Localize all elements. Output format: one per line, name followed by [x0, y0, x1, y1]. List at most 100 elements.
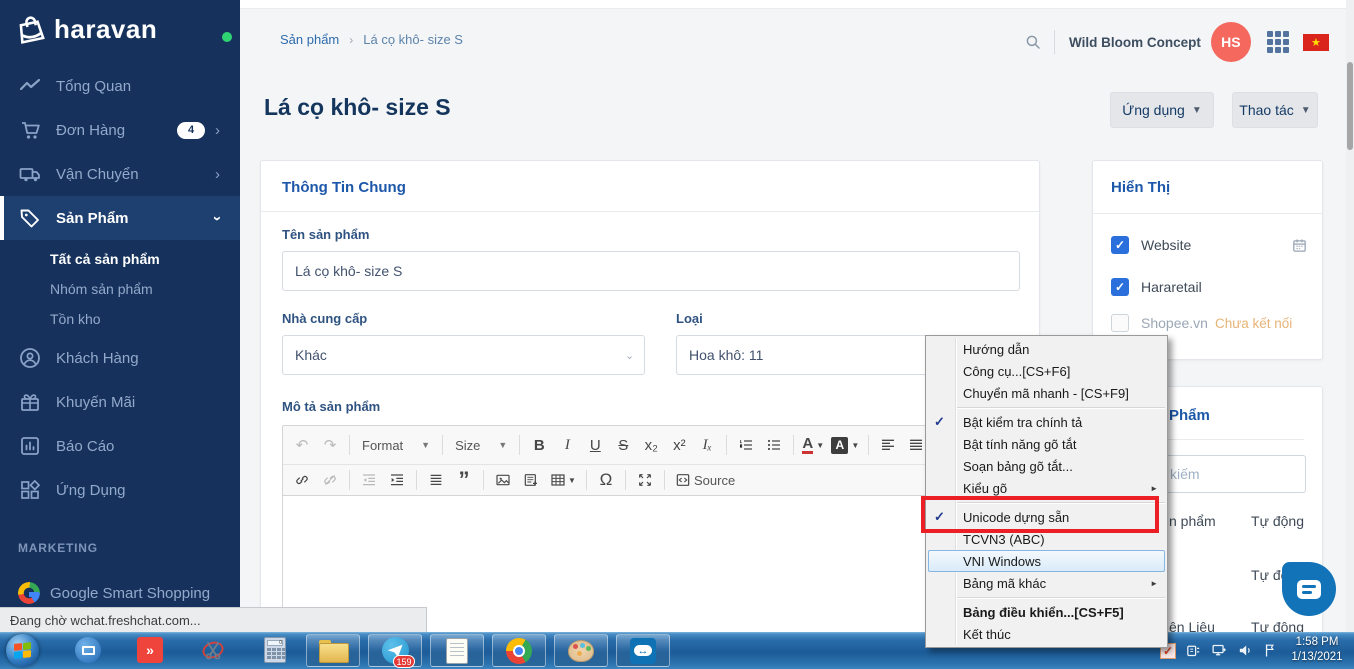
chrome-taskbar-button[interactable]: [492, 634, 546, 667]
context-menu-item[interactable]: Kết thúc: [926, 623, 1167, 645]
context-menu-item[interactable]: Bật tính năng gõ tắt: [926, 433, 1167, 455]
sidebar-item[interactable]: Đơn Hàng 4 ›: [0, 108, 240, 152]
context-menu-item[interactable]: Kiểu gõ: [926, 477, 1167, 499]
bold-icon[interactable]: B: [526, 433, 552, 457]
context-menu-item[interactable]: VNI Windows: [928, 550, 1165, 572]
strikethrough-icon[interactable]: S: [610, 433, 636, 457]
bg-color-icon[interactable]: A ▼: [828, 433, 862, 457]
bullet-list-icon[interactable]: [761, 433, 787, 457]
sidebar-subitem[interactable]: Tồn kho: [0, 304, 240, 334]
channel-checkbox[interactable]: ✓: [1111, 278, 1129, 296]
header-divider: [1054, 30, 1055, 54]
indent-icon[interactable]: [384, 468, 410, 492]
channel-checkbox[interactable]: [1111, 314, 1129, 332]
redo-icon[interactable]: ↷: [317, 433, 343, 457]
sidebar-section-marketing: MARKETING: [18, 541, 98, 555]
context-menu-item[interactable]: Unicode dựng sẵn: [926, 506, 1167, 528]
context-menu-item-label: Chuyển mã nhanh - [CS+F9]: [963, 385, 1129, 401]
sidebar-item[interactable]: Khuyến Mãi: [0, 380, 240, 424]
avatar[interactable]: HS: [1210, 22, 1251, 62]
context-menu-item[interactable]: Bảng điều khiển...[CS+F5]: [926, 601, 1167, 623]
apps-grid-icon[interactable]: [1266, 31, 1289, 53]
actions-dropdown-button[interactable]: Thao tác ▼: [1232, 92, 1318, 128]
vendor-select[interactable]: Khác: [282, 335, 645, 375]
underline-icon[interactable]: U: [582, 433, 608, 457]
safely-remove-hardware-icon[interactable]: [1185, 642, 1202, 659]
telegram-icon: 159: [381, 637, 415, 668]
context-menu-item[interactable]: Công cụ...[CS+F6]: [926, 360, 1167, 382]
sidebar-item[interactable]: Báo Cáo: [0, 424, 240, 468]
action-center-flag-icon[interactable]: [1263, 642, 1280, 659]
insert-table-icon[interactable]: ▼: [546, 468, 580, 492]
vietnam-flag-icon[interactable]: ★: [1302, 33, 1329, 51]
teamviewer-taskbar-button[interactable]: ↔: [616, 634, 670, 667]
chevron-right-icon: ›: [215, 121, 220, 139]
volume-tray-icon[interactable]: [1237, 642, 1254, 659]
window-top-strip: [240, 0, 1354, 9]
undo-icon[interactable]: ↶: [289, 433, 315, 457]
snipping-tool-icon[interactable]: [199, 636, 227, 664]
context-menu-item[interactable]: Chuyển mã nhanh - [CS+F9]: [926, 382, 1167, 404]
context-menu-item[interactable]: Soạn bảng gõ tắt...: [926, 455, 1167, 477]
header-right: Wild Bloom Concept HS ★: [1024, 22, 1329, 62]
outdent-icon[interactable]: [356, 468, 382, 492]
context-menu-item[interactable]: TCVN3 (ABC): [926, 528, 1167, 550]
sidebar-item[interactable]: Sản Phẩm ›: [0, 196, 240, 240]
line-height-icon[interactable]: [423, 468, 449, 492]
channel-checkbox[interactable]: ✓: [1111, 236, 1129, 254]
text-color-icon[interactable]: A ▼: [800, 433, 826, 457]
context-menu-item[interactable]: Bảng mã khác: [926, 572, 1167, 594]
page-scrollbar[interactable]: [1346, 0, 1354, 632]
sidebar-item[interactable]: Ứng Dụng: [0, 468, 240, 512]
insert-template-icon[interactable]: [518, 468, 544, 492]
blockquote-icon[interactable]: ”: [451, 467, 477, 492]
maximize-icon[interactable]: [632, 468, 658, 492]
calculator-icon[interactable]: 0: [261, 636, 289, 664]
apps-dropdown-button[interactable]: Ứng dụng ▼: [1110, 92, 1214, 128]
schedule-calendar-icon[interactable]: [1291, 237, 1308, 254]
subscript-icon[interactable]: x₂: [638, 433, 664, 457]
ordered-list-icon[interactable]: [733, 433, 759, 457]
card-title: Hiển Thị: [1111, 179, 1171, 196]
sidebar-item[interactable]: Tổng Quan: [0, 64, 240, 108]
sidebar-subnav-products: Tất cả sản phẩm Nhóm sản phẩm Tồn kho: [0, 244, 240, 334]
haravan-logo[interactable]: haravan: [14, 12, 157, 46]
sidebar-item[interactable]: Khách Hàng: [0, 336, 240, 380]
paint-taskbar-button[interactable]: [554, 634, 608, 667]
sidebar-item[interactable]: Vận Chuyển ›: [0, 152, 240, 196]
remote-desktop-icon[interactable]: [74, 636, 102, 664]
sidebar-subitem[interactable]: Nhóm sản phẩm: [0, 274, 240, 304]
source-button[interactable]: Source: [671, 468, 739, 492]
format-select[interactable]: Format ▼: [356, 438, 436, 453]
special-char-icon[interactable]: Ω: [593, 468, 619, 492]
unlink-icon[interactable]: [317, 468, 343, 492]
insert-image-icon[interactable]: [490, 468, 516, 492]
scrollbar-thumb[interactable]: [1347, 62, 1353, 150]
italic-icon[interactable]: I: [554, 433, 580, 457]
apps-button-label: Ứng dụng: [1122, 102, 1185, 118]
superscript-icon[interactable]: x²: [666, 433, 692, 457]
telegram-taskbar-button[interactable]: 159: [368, 634, 422, 668]
anydesk-icon[interactable]: »: [136, 636, 164, 664]
context-menu-item-label: VNI Windows: [963, 553, 1042, 569]
network-tray-icon[interactable]: [1211, 642, 1228, 659]
remove-format-icon[interactable]: Iₓ: [694, 433, 720, 457]
store-name[interactable]: Wild Bloom Concept: [1069, 35, 1201, 50]
product-name-input[interactable]: [282, 251, 1020, 291]
context-menu-item[interactable]: Hướng dẫn: [926, 338, 1167, 360]
search-icon[interactable]: [1024, 33, 1042, 51]
taskbar-clock[interactable]: 1:58 PM 1/13/2021: [1284, 635, 1350, 665]
size-select[interactable]: Size ▼: [449, 438, 513, 453]
context-menu-item[interactable]: Bật kiểm tra chính tả: [926, 411, 1167, 433]
notepad-taskbar-button[interactable]: [430, 634, 484, 667]
sidebar-subitem[interactable]: Tất cả sản phẩm: [0, 244, 240, 274]
explorer-taskbar-button[interactable]: [306, 634, 360, 667]
chevron-down-icon: ›: [209, 215, 226, 221]
breadcrumb-products-link[interactable]: Sản phẩm: [280, 32, 339, 47]
link-icon[interactable]: [289, 468, 315, 492]
start-button[interactable]: [6, 634, 39, 667]
freshchat-fab[interactable]: [1282, 562, 1336, 616]
unikey-context-menu: Hướng dẫn Công cụ...[CS+F6] Chuyển mã nh…: [925, 335, 1168, 648]
sidebar-item-google-smart-shopping[interactable]: Google Smart Shopping: [0, 571, 240, 607]
align-left-icon[interactable]: [875, 433, 901, 457]
